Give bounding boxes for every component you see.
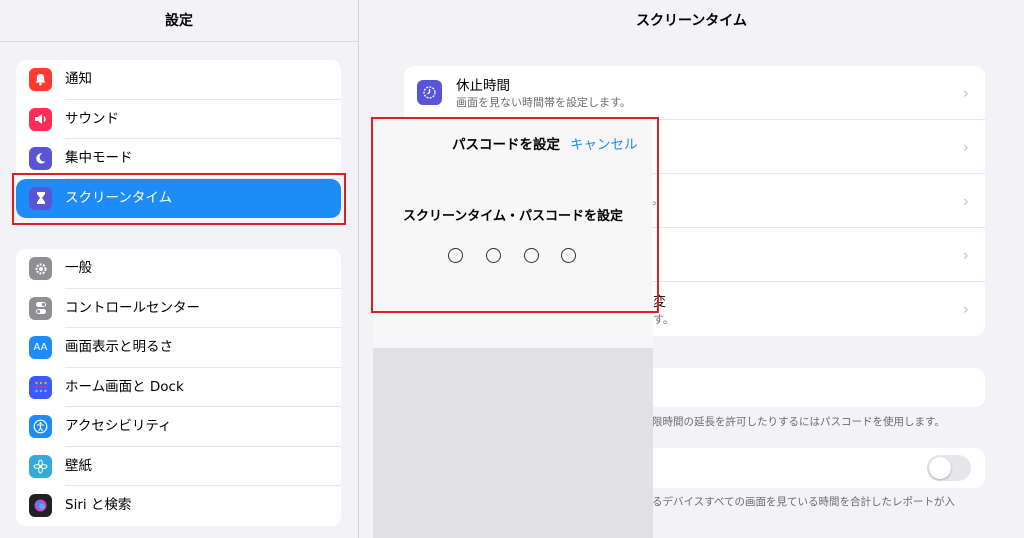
grid-icon <box>29 375 52 399</box>
sidebar-item-accessibility[interactable]: アクセシビリティ <box>16 407 341 447</box>
sidebar-item-display[interactable]: AA 画面表示と明るさ <box>16 328 341 368</box>
sidebar-item-control-center[interactable]: コントロールセンター <box>16 289 341 328</box>
chevron-right-icon: › <box>962 191 969 210</box>
flower-icon <box>29 454 52 478</box>
modal-lower-area <box>373 348 653 538</box>
sidebar-item-label: コントロールセンター <box>65 289 341 328</box>
chevron-right-icon: › <box>962 137 969 156</box>
sidebar-item-wallpaper[interactable]: 壁紙 <box>16 447 341 486</box>
bell-icon <box>29 68 52 92</box>
share-across-devices-toggle[interactable] <box>927 455 971 481</box>
sidebar-item-siri[interactable]: Siri と検索 <box>16 486 341 526</box>
text-size-icon: AA <box>29 336 52 360</box>
sidebar-item-label: 壁紙 <box>65 447 341 486</box>
highlight-box-modal <box>371 117 659 313</box>
gear-icon <box>29 257 52 281</box>
sidebar-item-label: 一般 <box>65 249 341 289</box>
siri-icon <box>29 494 52 518</box>
sidebar-item-label: ホーム画面と Dock <box>65 368 341 407</box>
chevron-right-icon: › <box>962 245 969 264</box>
sidebar-item-label: 画面表示と明るさ <box>65 328 341 368</box>
sidebar-group-2: 一般 コントロールセンター AA 画面表示と明るさ ホーム画面と Dock アク… <box>16 249 341 526</box>
sidebar-item-general[interactable]: 一般 <box>16 249 341 289</box>
chevron-right-icon: › <box>962 299 969 319</box>
accessibility-icon <box>29 415 52 439</box>
sidebar-item-label: サウンド <box>65 100 341 139</box>
sidebar-item-home-screen[interactable]: ホーム画面と Dock <box>16 368 341 407</box>
downtime-icon <box>417 80 442 105</box>
row-partial-subtitle: す。 <box>653 313 674 326</box>
speaker-icon <box>29 107 52 131</box>
chevron-right-icon: › <box>962 83 969 102</box>
sidebar-item-label: 通知 <box>65 60 341 100</box>
passcode-footer: 限時間の延長を許可したりするにはパスコードを使用します。 <box>652 416 945 428</box>
moon-icon <box>29 147 52 171</box>
downtime-title: 休止時間 <box>456 78 510 94</box>
highlight-box-screen-time <box>12 173 346 225</box>
sidebar-item-notifications[interactable]: 通知 <box>16 60 341 100</box>
switches-icon <box>29 296 52 320</box>
sidebar-item-label: アクセシビリティ <box>65 407 341 447</box>
downtime-subtitle: 画面を見ない時間帯を設定します。 <box>456 96 631 109</box>
downtime-row[interactable]: 休止時間 画面を見ない時間帯を設定します。 › <box>404 66 985 120</box>
sidebar-item-label: Siri と検索 <box>65 497 132 513</box>
detail-title: スクリーンタイム <box>635 13 748 29</box>
share-footer: るデバイスすべての画面を見ている時間を合計したレポートが入 <box>652 496 956 508</box>
sidebar-item-sounds[interactable]: サウンド <box>16 100 341 139</box>
sidebar-divider <box>358 0 359 538</box>
sidebar-title: 設定 <box>0 0 358 42</box>
